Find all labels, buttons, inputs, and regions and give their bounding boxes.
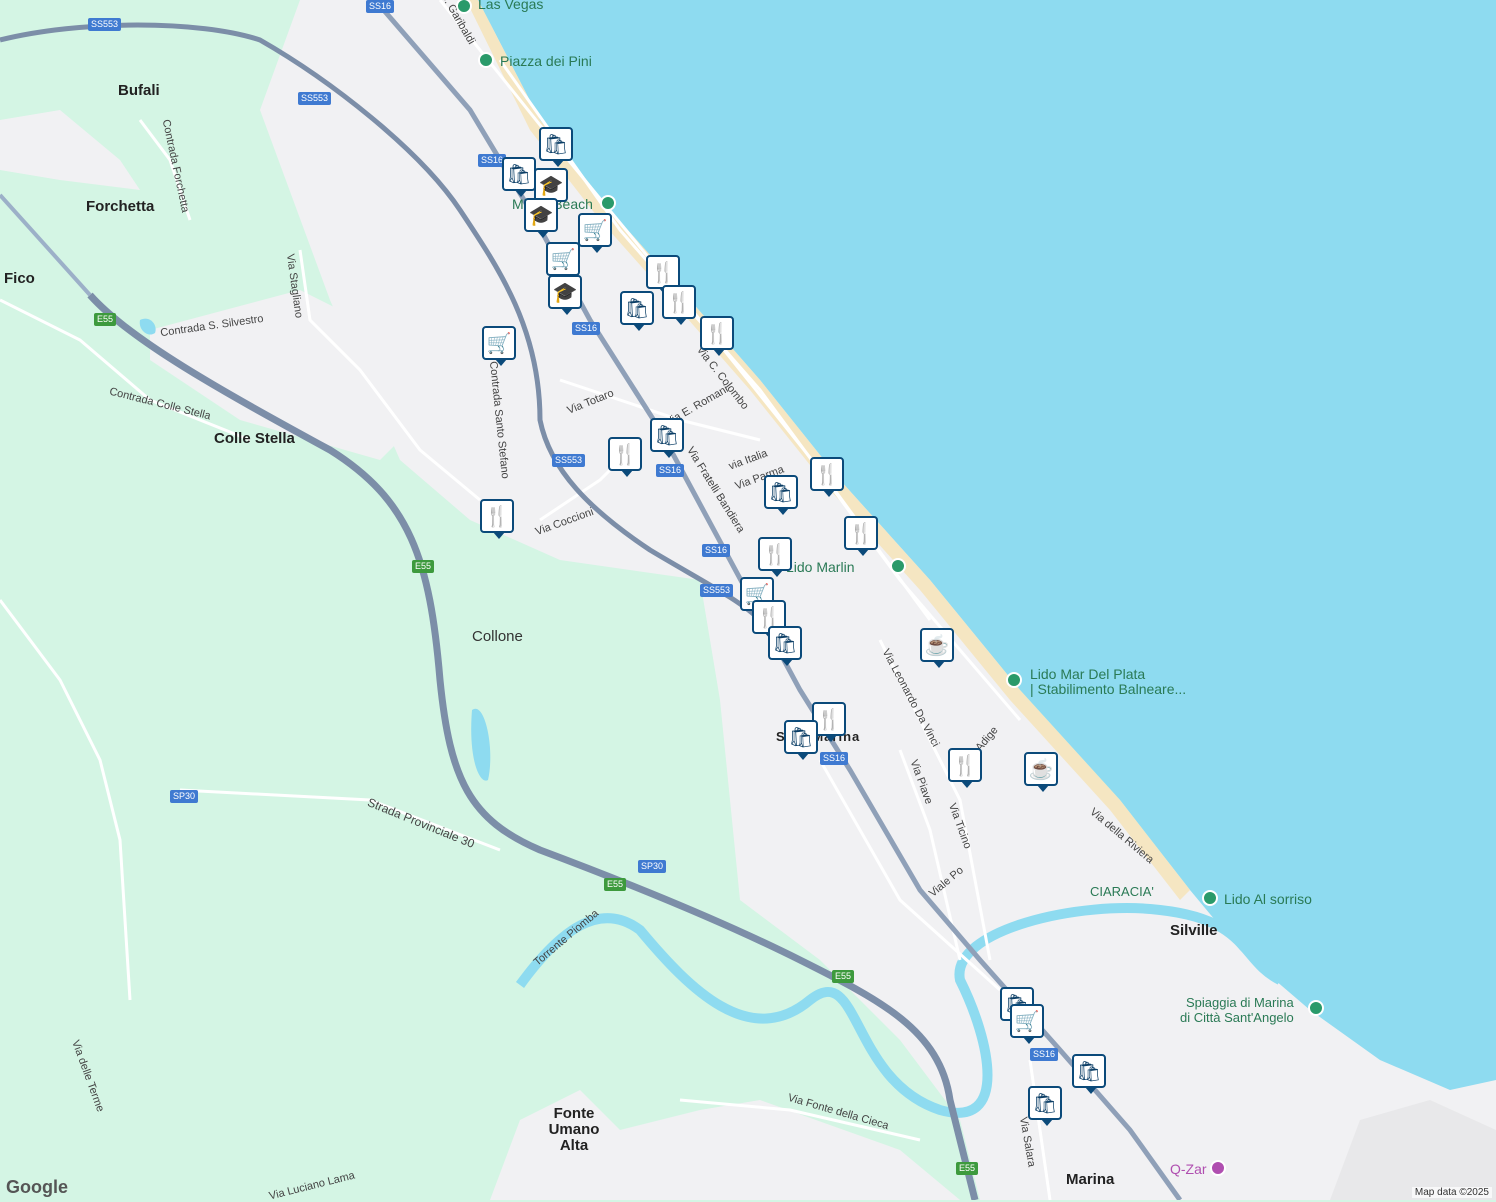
poi-label[interactable]: Lido Al sorriso xyxy=(1224,891,1312,907)
shopping-bag-icon[interactable]: 🛍 xyxy=(768,626,802,666)
shopping-cart-icon[interactable]: 🛒 xyxy=(578,213,612,253)
poi-pin-icon[interactable] xyxy=(600,195,616,211)
route-shield: SS16 xyxy=(366,0,395,13)
restaurant-icon[interactable]: 🍴 xyxy=(948,748,982,788)
route-shield: SS553 xyxy=(552,454,586,467)
map-attribution[interactable]: Map data ©2025 xyxy=(1411,1187,1492,1198)
shopping-bag-icon[interactable]: 🛍 xyxy=(620,291,654,331)
route-shield: E55 xyxy=(604,878,627,891)
shopping-bag-icon[interactable]: 🛍 xyxy=(650,418,684,458)
poi-pin-icon[interactable] xyxy=(1006,672,1022,688)
shopping-bag-icon[interactable]: 🛍 xyxy=(764,475,798,515)
poi-pin-icon[interactable] xyxy=(1202,890,1218,906)
route-shield: SS16 xyxy=(572,322,601,335)
restaurant-icon[interactable]: 🍴 xyxy=(844,516,878,556)
shopping-bag-icon[interactable]: 🛍 xyxy=(539,127,573,167)
route-shield: SS16 xyxy=(702,544,731,557)
coffee-icon[interactable]: ☕ xyxy=(1024,752,1058,792)
route-shield: SS553 xyxy=(88,18,122,31)
route-shield: E55 xyxy=(832,970,855,983)
restaurant-icon[interactable]: 🍴 xyxy=(480,499,514,539)
place-label: Fico xyxy=(4,270,35,287)
shopping-cart-icon[interactable]: 🛒 xyxy=(1010,1004,1044,1044)
poi-pin-icon[interactable] xyxy=(1210,1160,1226,1176)
poi-label[interactable]: di Città Sant'Angelo xyxy=(1180,1010,1294,1025)
shopping-cart-icon[interactable]: 🛒 xyxy=(546,242,580,282)
place-label: Colle Stella xyxy=(214,430,295,447)
coffee-icon[interactable]: ☕ xyxy=(920,628,954,668)
shopping-bag-icon[interactable]: 🛍 xyxy=(502,157,536,197)
poi-pin-icon[interactable] xyxy=(890,558,906,574)
place-label: Fonte Umano Alta xyxy=(548,1105,600,1154)
route-shield: SS553 xyxy=(298,92,332,105)
route-shield: E55 xyxy=(412,560,435,573)
shopping-bag-icon[interactable]: 🛍 xyxy=(1028,1086,1062,1126)
park-icon[interactable] xyxy=(478,52,494,68)
restaurant-icon[interactable]: 🍴 xyxy=(662,285,696,325)
route-shield: SS16 xyxy=(656,464,685,477)
route-shield: E55 xyxy=(94,313,117,326)
poi-pin-icon[interactable] xyxy=(1308,1000,1324,1016)
school-icon[interactable]: 🎓 xyxy=(534,168,568,208)
place-label: Forchetta xyxy=(86,198,155,215)
restaurant-icon[interactable]: 🍴 xyxy=(810,457,844,497)
restaurant-icon[interactable]: 🍴 xyxy=(700,316,734,356)
restaurant-icon[interactable]: 🍴 xyxy=(758,537,792,577)
route-shield: SS16 xyxy=(820,752,849,765)
restaurant-icon[interactable]: 🍴 xyxy=(646,255,680,295)
shopping-bag-icon[interactable]: 🛍 xyxy=(784,720,818,760)
google-logo: Google xyxy=(6,1177,68,1197)
place-label: Marina xyxy=(1066,1171,1115,1188)
poi-label[interactable]: CIARACIA' xyxy=(1090,884,1154,899)
shopping-cart-icon[interactable]: 🛒 xyxy=(482,326,516,366)
route-shield: SS553 xyxy=(700,584,734,597)
poi-label[interactable]: Piazza dei Pini xyxy=(500,53,592,69)
poi-label[interactable]: Lido Marlin xyxy=(786,559,854,575)
poi-label[interactable]: | Stabilimento Balneare... xyxy=(1030,681,1186,697)
place-label: Silville xyxy=(1170,922,1218,939)
shopping-bag-icon[interactable]: 🛍 xyxy=(1072,1054,1106,1094)
route-shield: SS16 xyxy=(1030,1048,1059,1061)
route-shield: SP30 xyxy=(170,790,199,803)
place-label: Bufali xyxy=(118,82,160,99)
poi-label[interactable]: Spiaggia di Marina xyxy=(1186,995,1294,1010)
school-icon[interactable]: 🎓 xyxy=(524,198,558,238)
route-shield: E55 xyxy=(956,1162,979,1175)
place-label: Collone xyxy=(472,628,523,645)
route-shield: SP30 xyxy=(638,860,667,873)
school-icon[interactable]: 🎓 xyxy=(548,275,582,315)
poi-label[interactable]: Q-Zar xyxy=(1170,1161,1207,1177)
poi-label[interactable]: Las Vegas xyxy=(478,0,543,12)
poi-label[interactable]: Lido Mar Del Plata xyxy=(1030,666,1145,682)
restaurant-icon[interactable]: 🍴 xyxy=(608,437,642,477)
